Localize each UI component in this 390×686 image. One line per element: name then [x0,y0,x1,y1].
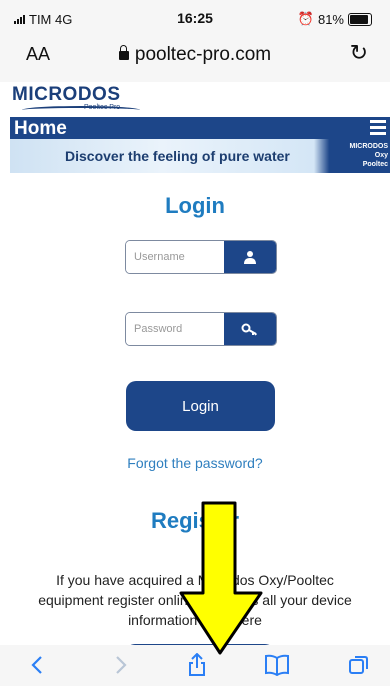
key-icon [224,313,276,345]
logo-swoosh [22,106,140,114]
forgot-password-link[interactable]: Forgot the password? [0,455,390,471]
battery-icon [348,12,372,26]
username-group [125,240,277,274]
tabs-icon[interactable] [346,653,372,677]
banner-text: Discover the feeling of pure water [65,148,290,164]
reload-icon[interactable]: ↻ [350,40,368,66]
hamburger-icon[interactable] [370,120,386,138]
share-icon[interactable] [184,653,210,677]
login-title: Login [165,193,225,218]
hero-banner: Discover the feeling of pure water MICRO… [10,139,390,173]
battery-percentage: 81% [317,11,344,27]
status-bar: TIM 4G 16:25 ⏰ 81% [0,0,390,30]
forward-icon[interactable] [108,653,134,677]
username-input[interactable] [126,241,221,273]
password-input[interactable] [126,313,221,345]
password-group [125,312,277,346]
nav-home[interactable]: Home [14,118,67,140]
bookmarks-icon[interactable] [262,653,292,677]
lock-icon [118,45,129,60]
user-icon [224,241,276,273]
back-icon[interactable] [24,653,50,677]
alarm-icon: ⏰ [297,11,314,26]
address-bar: AA pooltec-pro.com ↻ [0,30,390,82]
banner-brand: MICRODOS Oxy Pooltec [349,143,389,168]
login-button[interactable]: Login [126,381,275,431]
battery-indicator: ⏰ 81% [298,11,372,27]
url-field[interactable]: pooltec-pro.com [0,44,390,66]
arrow-down-icon [179,501,263,655]
nav-bar: Home [10,117,390,139]
site-logo[interactable]: MICRODOS Pooltec Pro [12,84,140,111]
